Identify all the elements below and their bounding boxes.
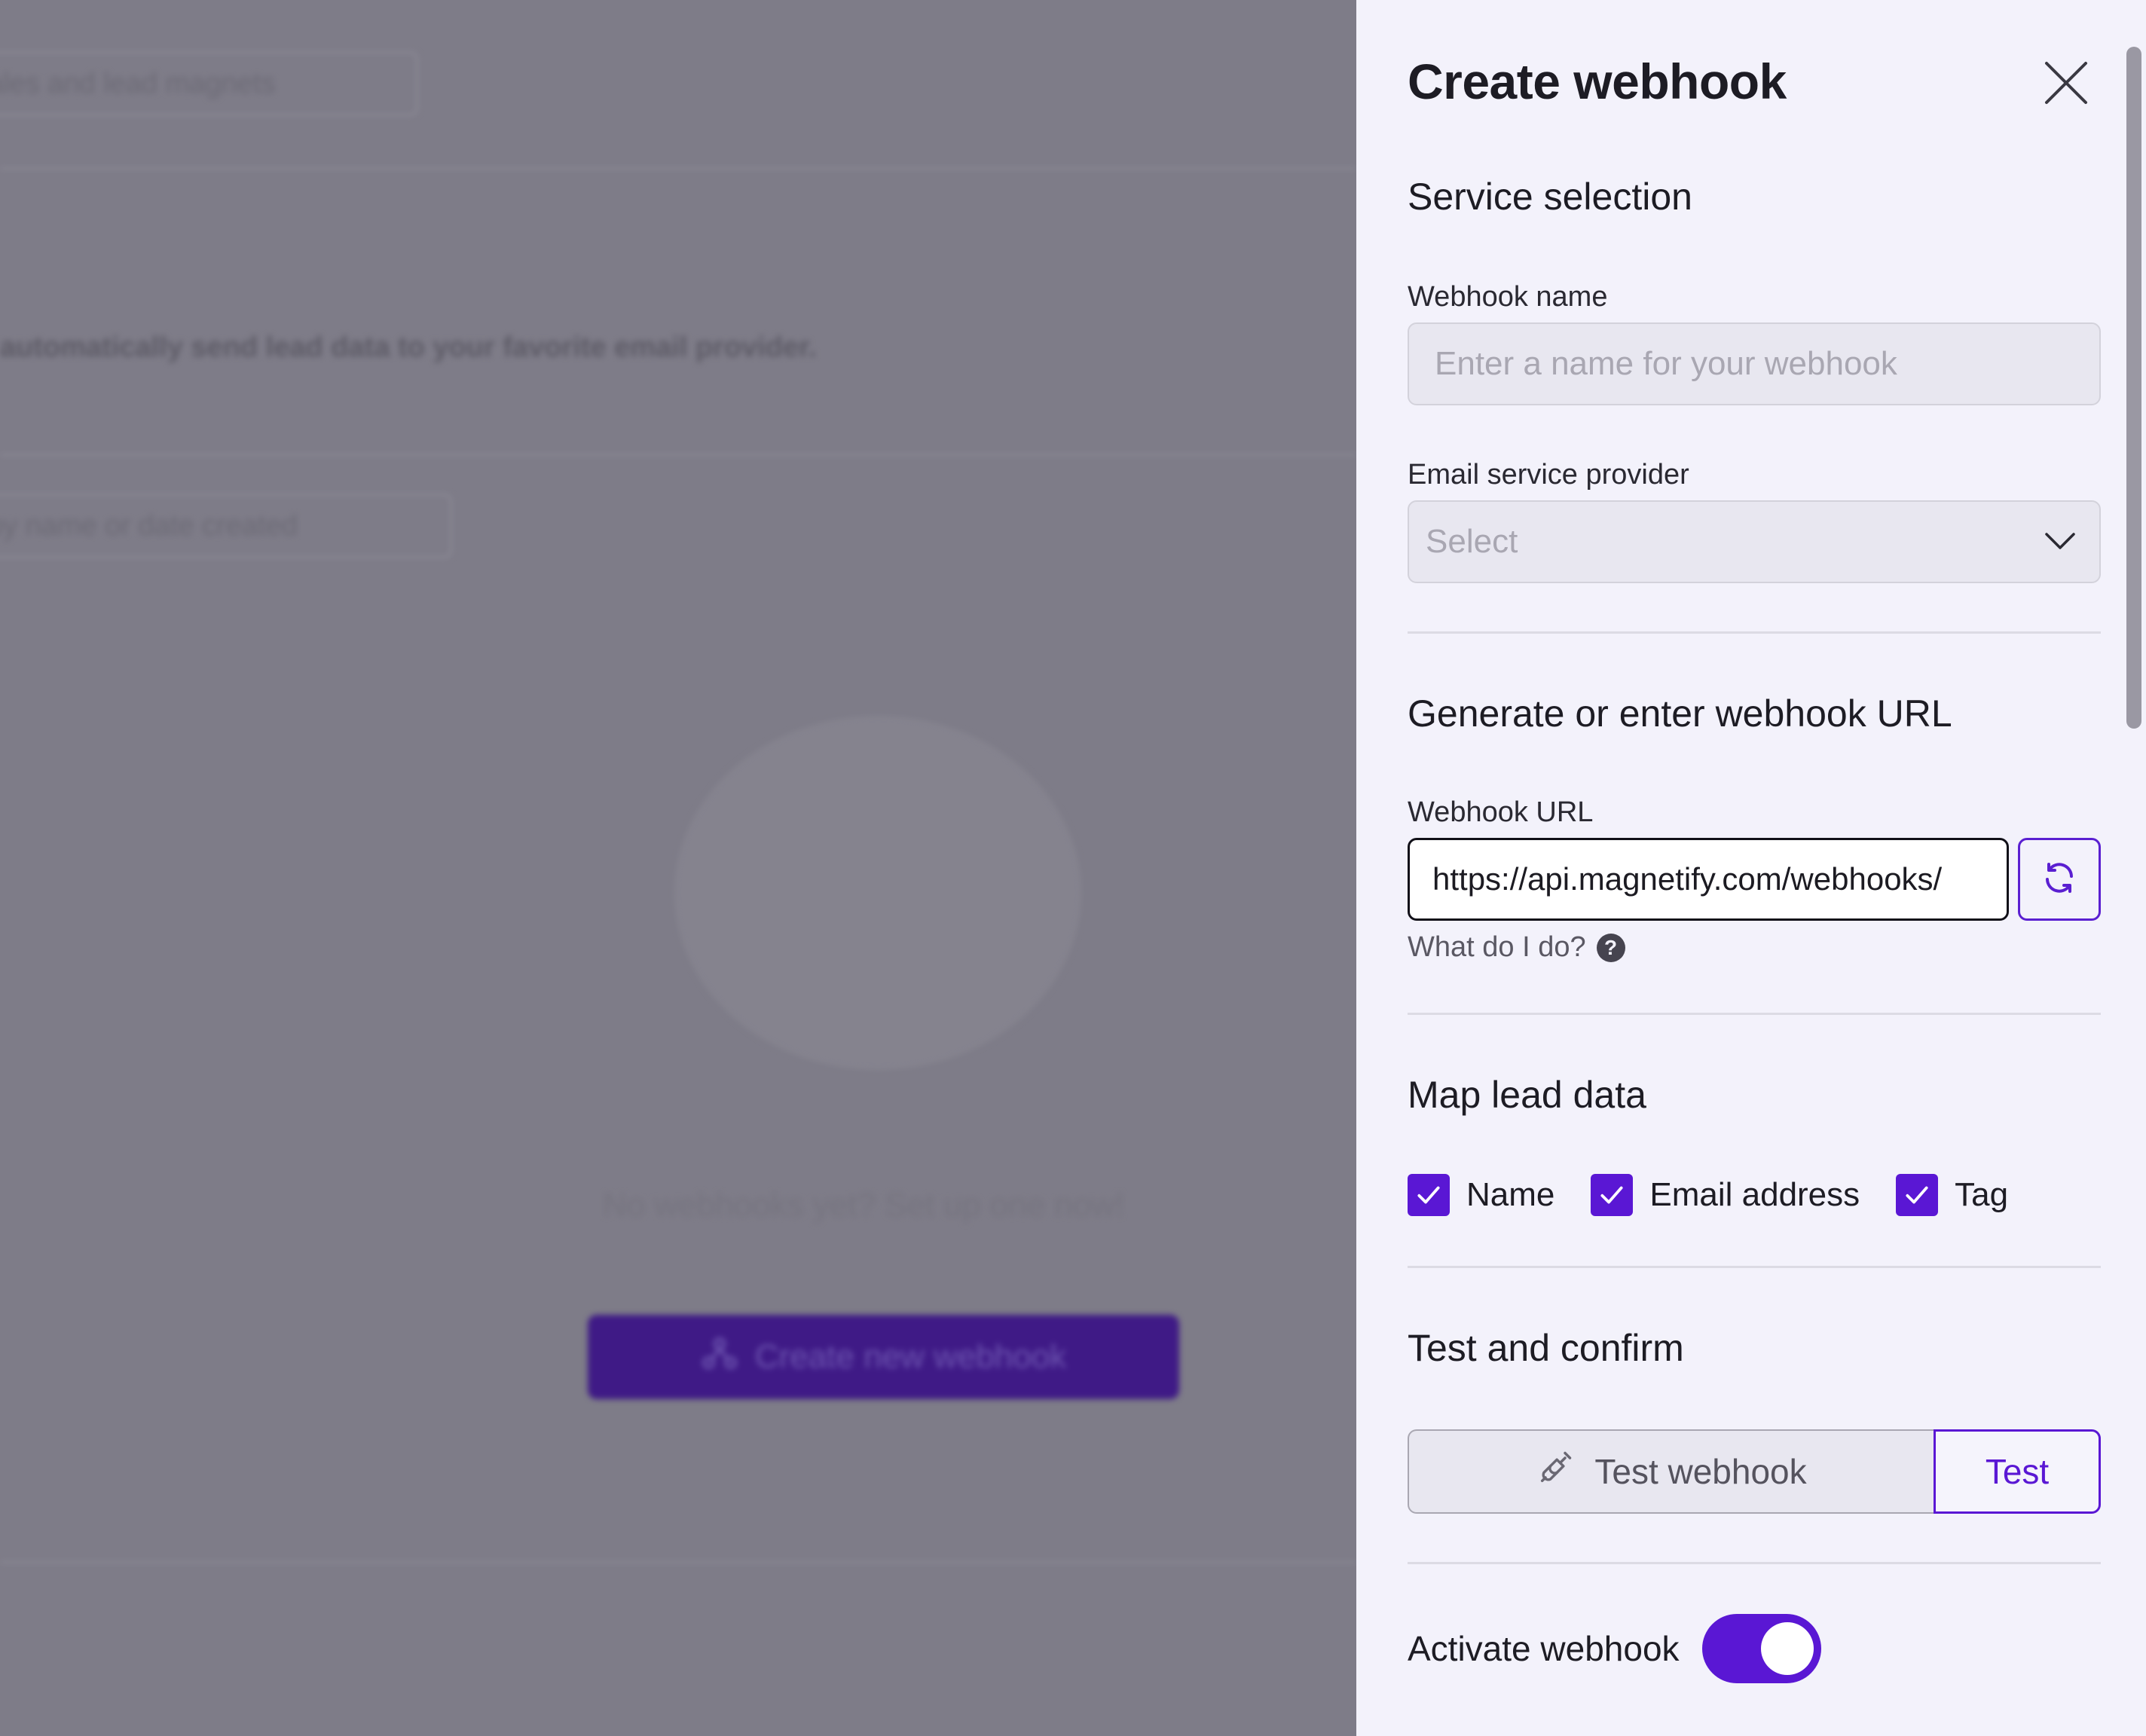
test-confirm-heading: Test and confirm [1408, 1327, 1684, 1369]
background-page: ales and lead magnets automatically send… [0, 0, 1356, 1736]
bg-create-webhook-label: Create new webhook [754, 1338, 1067, 1375]
help-link[interactable]: What do I do? ? [1408, 931, 1625, 964]
checkbox-tag[interactable]: Tag [1896, 1174, 2008, 1216]
regenerate-url-button[interactable] [2018, 838, 2101, 921]
help-text: What do I do? [1408, 931, 1586, 963]
test-webhook-label: Test webhook [1594, 1452, 1807, 1491]
email-provider-value: Select [1426, 523, 1518, 560]
webhook-name-input[interactable]: Enter a name for your webhook [1408, 322, 2101, 405]
bg-search-input: by name or date created [0, 494, 452, 558]
drawer-scrollbar[interactable] [2126, 47, 2141, 729]
test-button[interactable]: Test [1934, 1429, 2101, 1514]
bg-divider [0, 167, 1356, 170]
plug-icon [1536, 1448, 1575, 1496]
empty-illustration [674, 716, 1081, 1070]
bg-empty-text: No webhooks yet? Set up one now! [603, 1187, 1125, 1224]
test-webhook-group: Test webhook Test [1408, 1429, 2101, 1514]
bg-top-input-text: ales and lead magnets [0, 68, 276, 99]
toggle-knob [1760, 1622, 1814, 1675]
activate-webhook-toggle[interactable] [1701, 1614, 1821, 1683]
bg-description: automatically send lead data to your fav… [0, 332, 817, 363]
checkbox-tag-label: Tag [1955, 1176, 2009, 1213]
question-icon: ? [1596, 933, 1625, 962]
close-icon[interactable] [2042, 59, 2090, 107]
bg-divider [0, 454, 1356, 456]
webhook-url-input[interactable]: https://api.magnetify.com/webhooks/ [1408, 838, 2009, 921]
section-divider [1408, 1013, 2101, 1015]
webhook-name-label: Webhook name [1408, 281, 1608, 313]
email-provider-select[interactable]: Select [1408, 500, 2101, 583]
activate-webhook-row: Activate webhook [1408, 1614, 1821, 1683]
checkbox-name[interactable]: Name [1408, 1174, 1554, 1216]
refresh-icon [2041, 860, 2077, 900]
webhook-url-heading: Generate or enter webhook URL [1408, 692, 1952, 735]
email-provider-label: Email service provider [1408, 459, 1689, 491]
create-webhook-drawer: Create webhook Service selection Webhook… [1356, 0, 2146, 1736]
lead-data-checkboxes: Name Email address Tag [1408, 1174, 2044, 1216]
drawer-title: Create webhook [1408, 53, 1787, 109]
section-divider [1408, 631, 2101, 634]
bg-create-webhook-button: Create new webhook [588, 1315, 1179, 1399]
webhook-url-value: https://api.magnetify.com/webhooks/ [1432, 861, 1943, 897]
map-lead-data-heading: Map lead data [1408, 1074, 1646, 1116]
bg-divider [0, 1561, 1356, 1563]
activate-webhook-label: Activate webhook [1408, 1629, 1680, 1668]
section-divider [1408, 1562, 2101, 1564]
bg-top-input: ales and lead magnets [0, 51, 418, 116]
check-icon [1591, 1174, 1634, 1216]
check-icon [1408, 1174, 1450, 1216]
chevron-down-icon [2044, 523, 2077, 561]
webhook-url-label: Webhook URL [1408, 796, 1594, 828]
service-selection-heading: Service selection [1408, 176, 1692, 218]
test-webhook-field[interactable]: Test webhook [1408, 1429, 1934, 1514]
webhook-icon [701, 1334, 738, 1380]
checkbox-name-label: Name [1466, 1176, 1555, 1213]
checkbox-email-address[interactable]: Email address [1591, 1174, 1860, 1216]
section-divider [1408, 1266, 2101, 1268]
check-icon [1896, 1174, 1939, 1216]
webhook-name-placeholder: Enter a name for your webhook [1435, 345, 1897, 382]
checkbox-email-label: Email address [1649, 1176, 1860, 1213]
bg-search-text: by name or date created [0, 510, 298, 542]
